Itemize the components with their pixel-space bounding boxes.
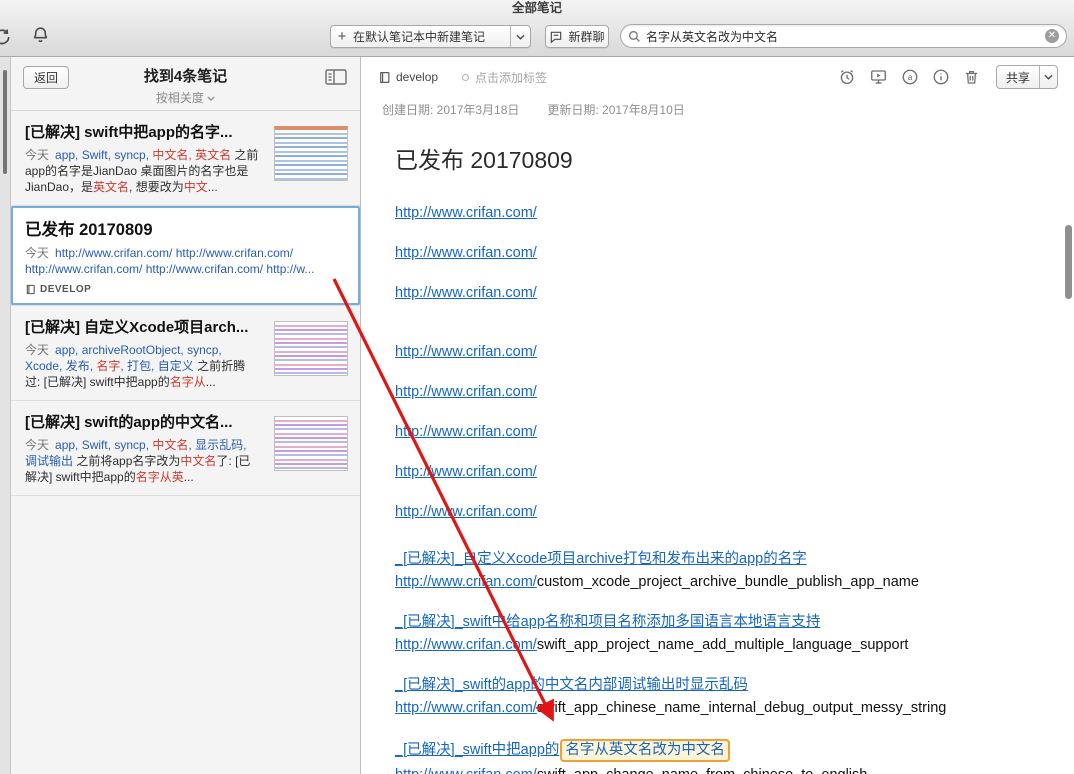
sort-dropdown[interactable]: 按相关度 xyxy=(11,89,360,106)
article-title-link[interactable]: _[已解决]_swift的app的中文名内部调试输出时显示乱码 xyxy=(395,676,1034,695)
note-header: develop 点击添加标签 a 共享 xyxy=(361,57,1074,97)
article-title-link[interactable]: _[已解决]_swift中把app的 名字从英文名改为中文名 xyxy=(395,739,1034,762)
article-url-slug: swift_app_chinese_name_internal_debug_ou… xyxy=(536,700,947,716)
share-button[interactable]: 共享 xyxy=(995,65,1058,89)
article-entry: _[已解决]_swift的app的中文名内部调试输出时显示乱码 http://w… xyxy=(395,676,1034,718)
note-date: 今天 xyxy=(25,246,50,260)
back-button[interactable]: 返回 xyxy=(23,66,70,89)
crifan-link[interactable]: http://www.crifan.com/ xyxy=(395,205,537,221)
crifan-link[interactable]: http://www.crifan.com/ xyxy=(395,285,537,301)
view-toggle-icon[interactable] xyxy=(325,69,347,85)
plus-icon: + xyxy=(337,28,347,45)
note-date: 今天 xyxy=(25,148,50,162)
note-list-header: 返回 找到4条笔记 按相关度 xyxy=(11,57,360,111)
note-list-item[interactable]: [已解决] 自定义Xcode项目arch... 今天 app, archiveRo… xyxy=(11,306,360,401)
article-url-slug: swift_app_project_name_add_multiple_lang… xyxy=(536,637,909,653)
article-entry: _[已解决]_swift中给app名称和项目名称添加多国语言本地语言支持 htt… xyxy=(395,613,1034,655)
search-highlight-box: 名字从英文名改为中文名 xyxy=(560,739,730,762)
note-list-item[interactable]: [已解决] swift中把app的名字... 今天 app, Swift, syn… xyxy=(11,111,360,206)
note-title: [已解决] 自定义Xcode项目arch... xyxy=(25,319,249,336)
search-icon xyxy=(628,30,641,43)
reminder-icon[interactable] xyxy=(838,68,856,86)
updated-date: 更新日期: 2017年8月10日 xyxy=(547,103,685,117)
note-list-item-selected[interactable]: 已发布 20170809 今天 http://www.crifan.com/ ht… xyxy=(11,206,360,306)
window-chrome: 全部笔记 + 在默认笔记本中新建笔记 新群聊 名字从英文名改为中文名 ✕ xyxy=(0,0,1074,57)
note-date: 今天 xyxy=(25,343,50,357)
sidebar-scrollbar[interactable] xyxy=(3,70,7,174)
crifan-link[interactable]: http://www.crifan.com/ xyxy=(395,424,537,440)
note-content-pane: develop 点击添加标签 a 共享 创建日期: 2017年3月18日 更新日… xyxy=(361,57,1074,774)
note-list-item[interactable]: [已解决] swift的app的中文名... 今天 app, Swift, syn… xyxy=(11,401,360,496)
main-area: 返回 找到4条笔记 按相关度 [已解决] swift中把app的名字... 今天… xyxy=(0,57,1074,774)
crifan-link[interactable]: http://www.crifan.com/ xyxy=(395,344,537,360)
crifan-link[interactable]: http://www.crifan.com/ xyxy=(395,464,537,480)
crifan-link[interactable]: http://www.crifan.com/ xyxy=(395,384,537,400)
note-title: [已解决] swift的app的中文名... xyxy=(25,414,233,431)
note-list-items: [已解决] swift中把app的名字... 今天 app, Swift, syn… xyxy=(11,111,360,774)
new-note-dropdown[interactable] xyxy=(511,34,530,40)
new-note-label: 在默认笔记本中新建笔记 xyxy=(353,30,486,44)
note-list-panel: 返回 找到4条笔记 按相关度 [已解决] swift中把app的名字... 今天… xyxy=(11,57,361,774)
article-title-link[interactable]: _[已解决]_swift中给app名称和项目名称添加多国语言本地语言支持 xyxy=(395,613,1034,632)
toolbar: + 在默认笔记本中新建笔记 新群聊 名字从英文名改为中文名 ✕ xyxy=(0,22,1074,52)
new-chat-button[interactable]: 新群聊 xyxy=(545,25,609,48)
search-input[interactable]: 名字从英文名改为中文名 ✕ xyxy=(620,24,1067,48)
new-note-button[interactable]: + 在默认笔记本中新建笔记 xyxy=(330,25,531,48)
note-notebook-badge: DEVELOP xyxy=(25,284,346,295)
note-dates: 创建日期: 2017年3月18日 更新日期: 2017年8月10日 xyxy=(361,97,1074,118)
article-title-link[interactable]: _[已解决]_自定义Xcode项目archive打包和发布出来的app的名字 xyxy=(395,550,1034,569)
share-dropdown-icon[interactable] xyxy=(1040,74,1057,80)
note-snippet: 今天 http://www.crifan.com/ http://www.crif… xyxy=(25,246,315,276)
article-entry: _[已解决]_自定义Xcode项目archive打包和发布出来的app的名字 h… xyxy=(395,550,1034,592)
notebook-icon xyxy=(25,284,36,295)
article-url-link[interactable]: http://www.crifan.com/ xyxy=(395,637,537,653)
note-snippet: 今天 app, archiveRootObject, syncp, Xcode, … xyxy=(25,343,246,389)
note-thumbnail xyxy=(274,321,348,376)
trash-icon[interactable] xyxy=(963,68,980,86)
annotate-icon[interactable]: a xyxy=(901,68,919,86)
article-url-link[interactable]: http://www.crifan.com/ xyxy=(395,767,537,774)
crifan-link[interactable]: http://www.crifan.com/ xyxy=(395,504,537,520)
notebook-icon xyxy=(378,71,391,84)
note-date: 今天 xyxy=(25,438,50,452)
created-date: 创建日期: 2017年3月18日 xyxy=(382,103,520,117)
note-action-icons: a xyxy=(838,68,980,86)
article-url-slug: custom_xcode_project_archive_bundle_publ… xyxy=(536,574,919,590)
tag-dot-icon xyxy=(462,73,470,81)
content-scrollbar[interactable] xyxy=(1065,225,1072,299)
article-entry: _[已解决]_swift中把app的名字从英文名改为中文名 http://www… xyxy=(395,739,1034,774)
chat-icon xyxy=(549,30,563,44)
note-body: 已发布 20170809 http://www.crifan.com/ http… xyxy=(361,118,1074,774)
svg-text:a: a xyxy=(908,73,913,82)
note-title: [已解决] swift中把app的名字... xyxy=(25,124,233,141)
note-title: 已发布 20170809 xyxy=(25,221,153,239)
add-tag-field[interactable]: 点击添加标签 xyxy=(462,69,547,86)
info-icon[interactable] xyxy=(932,68,950,86)
crifan-link[interactable]: http://www.crifan.com/ xyxy=(395,245,537,261)
new-chat-label: 新群聊 xyxy=(568,30,605,44)
search-value: 名字从英文名改为中文名 xyxy=(646,29,779,44)
bell-icon[interactable] xyxy=(31,25,50,44)
window-title: 全部笔记 xyxy=(511,1,562,15)
note-thumbnail xyxy=(274,416,348,471)
sync-icon[interactable] xyxy=(0,27,12,47)
note-snippet: 今天 app, Swift, syncp, 中文名, 显示乱码, 调试输出 之前将… xyxy=(25,438,251,484)
note-snippet: 今天 app, Swift, syncp, 中文名, 英文名 之前app的名字是J… xyxy=(25,148,259,194)
note-thumbnail xyxy=(274,126,348,181)
article-list: _[已解决]_自定义Xcode项目archive打包和发布出来的app的名字 h… xyxy=(395,550,1034,774)
app-window: 全部笔记 + 在默认笔记本中新建笔记 新群聊 名字从英文名改为中文名 ✕ 返回 … xyxy=(0,0,1074,774)
article-url-link[interactable]: http://www.crifan.com/ xyxy=(395,574,537,590)
collapsed-sidebar-strip xyxy=(0,57,11,774)
link-list: http://www.crifan.com/ http://www.crifan… xyxy=(395,204,1034,522)
clear-search-icon[interactable]: ✕ xyxy=(1045,29,1059,43)
article-url-link[interactable]: http://www.crifan.com/ xyxy=(395,700,537,716)
note-content-title: 已发布 20170809 xyxy=(395,147,573,173)
notebook-selector[interactable]: develop xyxy=(378,70,438,84)
article-url-slug: swift_app_change_name_from_chinese_to_en… xyxy=(537,767,868,774)
presentation-icon[interactable] xyxy=(869,68,888,86)
